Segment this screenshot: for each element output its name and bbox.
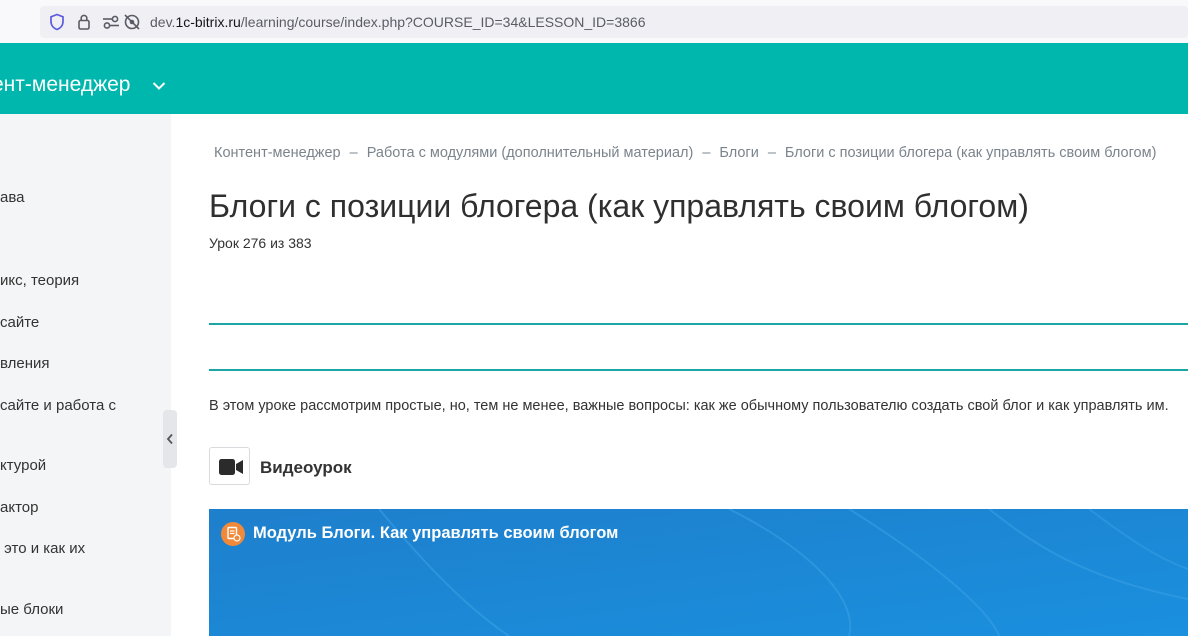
video-camera-icon [209, 447, 250, 485]
breadcrumb-item[interactable]: Контент-менеджер [214, 145, 341, 161]
browser-toolbar: dev.1c-bitrix.ru/learning/course/index.p… [0, 0, 1188, 43]
url-path: /learning/course/index.php?COURSE_ID=34&… [240, 14, 646, 30]
sidebar-item[interactable]: ава [0, 189, 25, 206]
lock-icon[interactable] [77, 13, 91, 31]
sidebar-item[interactable]: сайте [0, 314, 39, 331]
breadcrumb-separator: – [349, 145, 358, 161]
sidebar-item[interactable]: актор [0, 499, 38, 516]
url-text[interactable]: dev.1c-bitrix.ru/learning/course/index.p… [150, 14, 645, 30]
video-heading-label: Видеоурок [260, 458, 352, 477]
sidebar-item[interactable]: это и как их [0, 540, 85, 557]
breadcrumb: Контент-менеджер – Работа с модулями (допо… [214, 145, 1156, 161]
sidebar-item[interactable]: сайте и работа с [0, 397, 116, 414]
video-player[interactable]: Модуль Блоги. Как управлять своим блогом [209, 509, 1188, 636]
chevron-down-icon[interactable] [152, 78, 166, 96]
lesson-counter: Урок 276 из 383 [209, 235, 312, 251]
breadcrumb-item[interactable]: Блоги [719, 145, 758, 161]
sidebar-item[interactable]: икс, теория [0, 272, 79, 289]
page-title: Блоги с позиции блогера (как управлять с… [209, 188, 1029, 224]
breadcrumb-separator: – [702, 145, 711, 161]
course-sidebar: ава икс, теория сайте вления сайте и раб… [0, 114, 171, 636]
permissions-icon[interactable] [102, 13, 122, 31]
course-title[interactable]: ент-менеджер [0, 72, 130, 98]
channel-logo-icon [221, 522, 245, 551]
divider [209, 369, 1188, 371]
url-host: 1c-bitrix.ru [175, 14, 241, 30]
breadcrumb-separator: – [767, 145, 776, 161]
lesson-content: Контент-менеджер – Работа с модулями (допо… [171, 114, 1188, 636]
course-header: ент-менеджер [0, 43, 1188, 114]
shield-icon[interactable] [49, 13, 65, 31]
divider [209, 323, 1188, 325]
sidebar-item[interactable]: вления [0, 355, 50, 372]
sidebar-item[interactable]: ые блоки [0, 601, 63, 618]
address-bar[interactable]: dev.1c-bitrix.ru/learning/course/index.p… [40, 6, 1188, 38]
video-title[interactable]: Модуль Блоги. Как управлять своим блогом [253, 524, 618, 543]
url-prefix: dev. [150, 14, 176, 30]
lesson-intro: В этом уроке рассмотрим простые, но, тем… [209, 398, 1169, 414]
tracking-blocked-icon[interactable] [123, 13, 141, 31]
sidebar-item[interactable]: ктурой [0, 457, 46, 474]
breadcrumb-item-current[interactable]: Блоги с позиции блогера (как управлять с… [785, 145, 1157, 161]
breadcrumb-item[interactable]: Работа с модулями (дополнительный матери… [367, 145, 694, 161]
